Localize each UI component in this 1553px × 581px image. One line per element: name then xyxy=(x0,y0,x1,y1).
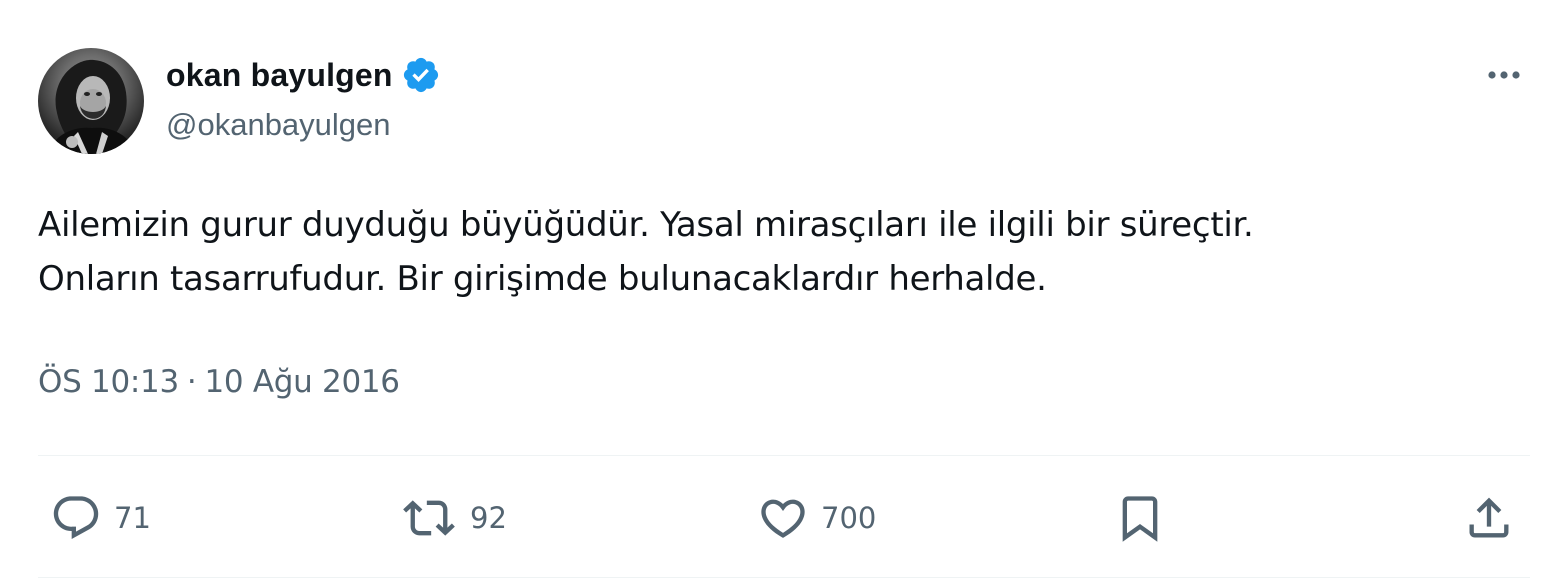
divider xyxy=(38,577,1530,578)
verified-badge-icon[interactable] xyxy=(401,55,441,95)
reply-count: 71 xyxy=(114,501,151,535)
more-dots-icon xyxy=(1488,71,1520,79)
retweet-count: 92 xyxy=(470,501,507,535)
author-block: okan bayulgen @okanbayulgen xyxy=(166,55,441,155)
divider xyxy=(38,455,1530,456)
bookmark-icon xyxy=(1122,496,1158,542)
meta-separator: · xyxy=(186,364,197,400)
tweet-text: Ailemizin gurur duyduğu büyüğüdür. Yasal… xyxy=(38,205,1254,299)
tweet-date[interactable]: 10 Ağu 2016 xyxy=(204,364,400,400)
heart-icon xyxy=(761,499,805,538)
retweet-button[interactable]: 92 xyxy=(400,492,507,544)
display-name[interactable]: okan bayulgen xyxy=(166,57,393,94)
like-button[interactable]: 700 xyxy=(757,492,876,544)
tweet-timestamp[interactable]: ÖS 10:13 · 10 Ağu 2016 xyxy=(38,364,400,400)
share-upload-icon xyxy=(1469,497,1509,538)
tweet-time[interactable]: ÖS 10:13 xyxy=(38,364,179,400)
avatar[interactable] xyxy=(38,48,144,154)
tweet-card: okan bayulgen @okanbayulgen Ailemizin gu… xyxy=(0,0,1553,581)
like-count: 700 xyxy=(821,501,877,535)
more-options-button[interactable] xyxy=(1482,60,1526,90)
reply-button[interactable]: 71 xyxy=(50,492,151,544)
bookmark-button[interactable] xyxy=(1114,492,1166,544)
speech-bubble-icon xyxy=(53,496,99,540)
avatar-photo xyxy=(48,59,136,154)
share-button[interactable] xyxy=(1463,492,1515,544)
retweet-arrows-icon xyxy=(403,500,455,536)
author-name-row: okan bayulgen xyxy=(166,55,441,95)
user-handle[interactable]: @okanbayulgen xyxy=(166,107,441,143)
